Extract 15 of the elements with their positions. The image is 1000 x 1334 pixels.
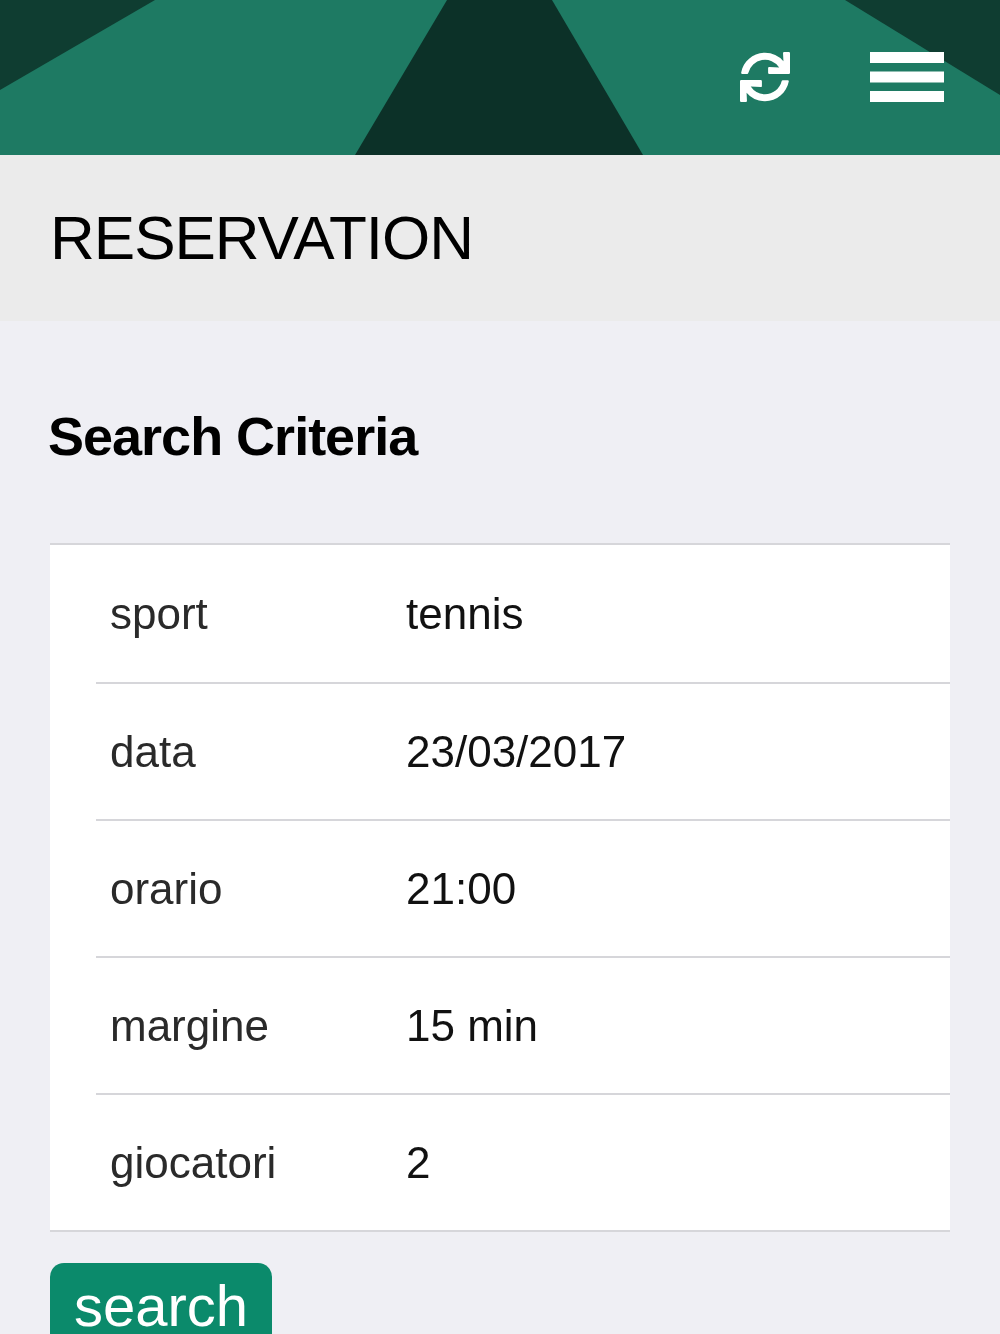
criteria-value: 21:00: [406, 862, 517, 915]
criteria-value: 23/03/2017: [406, 725, 627, 778]
refresh-icon[interactable]: [740, 52, 790, 102]
criteria-label: sport: [109, 587, 209, 640]
section-heading: Search Criteria: [48, 409, 420, 463]
criteria-label: giocatori: [109, 1136, 278, 1189]
criteria-label: orario: [109, 862, 224, 915]
search-button[interactable]: search: [50, 1263, 272, 1334]
criteria-value: tennis: [406, 587, 524, 640]
criteria-label: margine: [109, 999, 270, 1052]
page-title: RESERVATION: [50, 207, 474, 269]
criteria-label: data: [109, 725, 197, 778]
criteria-value: 2: [406, 1136, 431, 1189]
criteria-value: 15 min: [406, 999, 539, 1052]
menu-icon[interactable]: [870, 52, 944, 102]
